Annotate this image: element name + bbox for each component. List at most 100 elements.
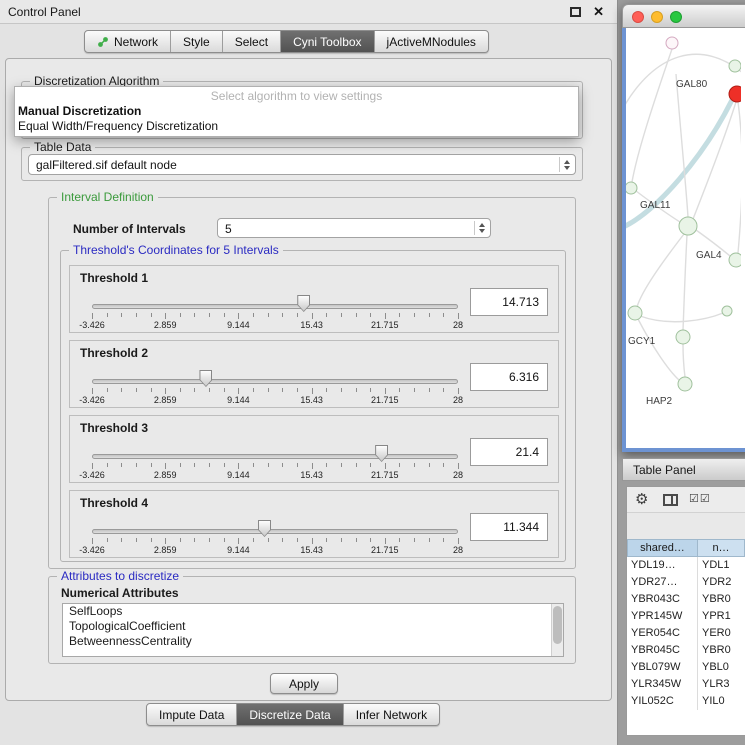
scale-label: 28 xyxy=(453,395,463,405)
table-row[interactable]: YDR27…YDR2 xyxy=(627,574,745,591)
table-cell: YER054C xyxy=(627,625,698,642)
threshold-value-input[interactable] xyxy=(470,363,548,391)
scale-label: 21.715 xyxy=(371,470,399,480)
num-intervals-select[interactable]: 5 xyxy=(217,218,491,238)
threshold-value-input[interactable] xyxy=(470,513,548,541)
table-cell: YBR0 xyxy=(698,591,745,608)
table-row[interactable]: YIL052CYIL0 xyxy=(627,693,745,710)
network-node[interactable] xyxy=(678,377,692,391)
major-tick-mark xyxy=(238,388,239,394)
control-panel-window: Control Panel ✕ NetworkStyleSelectCyni T… xyxy=(0,0,618,745)
table-row[interactable]: YPR145WYPR1 xyxy=(627,608,745,625)
network-icon xyxy=(97,36,109,48)
group-title-thresholds: Threshold's Coordinates for 5 Intervals xyxy=(69,243,283,257)
major-tick-mark xyxy=(312,388,313,394)
slider-thumb[interactable] xyxy=(297,295,310,312)
tick-mark xyxy=(282,388,283,392)
tab-style[interactable]: Style xyxy=(171,31,223,52)
network-node[interactable] xyxy=(676,330,690,344)
threshold-value-input[interactable] xyxy=(470,288,548,316)
network-canvas[interactable]: GAL80GAL11GAL4GCY1HAP2 xyxy=(622,28,745,452)
table-cell: YDR27… xyxy=(627,574,698,591)
tick-mark xyxy=(429,463,430,467)
row-select-checkboxes-icon[interactable]: ☑☑ xyxy=(689,492,711,505)
table-cell: YIL052C xyxy=(627,693,698,710)
list-item-selfloops[interactable]: SelfLoops xyxy=(63,604,563,619)
tick-mark xyxy=(151,313,152,317)
table-row[interactable]: YER054CYER0 xyxy=(627,625,745,642)
slider-thumb[interactable] xyxy=(199,370,212,387)
network-node[interactable] xyxy=(626,182,637,194)
threshold-slider[interactable]: -3.4262.8599.14415.4321.71528 xyxy=(92,517,458,557)
scrollbar-thumb[interactable] xyxy=(553,606,562,644)
stepper-arrows-icon xyxy=(474,221,488,235)
tab-cyni-toolbox[interactable]: Cyni Toolbox xyxy=(281,31,374,52)
table-row[interactable]: YBR043CYBR0 xyxy=(627,591,745,608)
network-node[interactable] xyxy=(666,37,678,49)
threshold-panel: Threshold 4-3.4262.8599.14415.4321.71528 xyxy=(69,490,559,558)
apply-button[interactable]: Apply xyxy=(270,673,338,694)
close-traffic-light-icon[interactable] xyxy=(632,11,644,23)
table-row[interactable]: YLR345WYLR3 xyxy=(627,676,745,693)
column-header[interactable]: shared… xyxy=(627,539,698,557)
tick-mark xyxy=(443,463,444,467)
network-node[interactable] xyxy=(729,253,741,267)
zoom-traffic-light-icon[interactable] xyxy=(670,11,682,23)
tab-select[interactable]: Select xyxy=(223,31,281,52)
tab-label: jActiveMNodules xyxy=(387,35,476,49)
network-node[interactable] xyxy=(679,217,697,235)
num-intervals-label: Number of Intervals xyxy=(73,222,186,236)
slider-thumb[interactable] xyxy=(375,445,388,462)
tick-mark xyxy=(429,313,430,317)
slider-thumb[interactable] xyxy=(258,520,271,537)
close-icon[interactable]: ✕ xyxy=(593,4,604,20)
table-row[interactable]: YDL19…YDL1 xyxy=(627,557,745,574)
scrollbar[interactable] xyxy=(551,604,563,656)
tick-mark xyxy=(224,388,225,392)
float-window-icon[interactable] xyxy=(570,7,581,17)
table-row[interactable]: YBL079WYBL0 xyxy=(627,659,745,676)
dropdown-option-equal-width-frequency-discretization[interactable]: Equal Width/Frequency Discretization xyxy=(15,119,578,134)
tab-jactivemnodules[interactable]: jActiveMNodules xyxy=(375,31,488,52)
network-node[interactable] xyxy=(729,86,741,102)
tick-mark xyxy=(356,313,357,317)
tick-mark xyxy=(151,463,152,467)
list-item-betweennesscentrality[interactable]: BetweennessCentrality xyxy=(63,634,563,649)
stepper-arrows-icon xyxy=(559,157,573,172)
threshold-slider[interactable]: -3.4262.8599.14415.4321.71528 xyxy=(92,292,458,332)
table-row[interactable]: YBR045CYBR0 xyxy=(627,642,745,659)
network-edge xyxy=(693,102,736,219)
column-header[interactable]: n… xyxy=(698,539,745,557)
threshold-value-input[interactable] xyxy=(470,438,548,466)
table-data-select[interactable]: galFiltered.sif default node xyxy=(28,154,576,175)
list-item-topologicalcoefficient[interactable]: TopologicalCoefficient xyxy=(63,619,563,634)
threshold-slider[interactable]: -3.4262.8599.14415.4321.71528 xyxy=(92,442,458,482)
tick-mark xyxy=(370,538,371,542)
dropdown-option-manual-discretization[interactable]: Manual Discretization xyxy=(15,104,578,119)
tick-mark xyxy=(194,463,195,467)
tab-infer-network[interactable]: Infer Network xyxy=(344,704,439,725)
slider-track xyxy=(92,379,458,384)
slider-track xyxy=(92,454,458,459)
tab-impute-data[interactable]: Impute Data xyxy=(147,704,237,725)
scale-label: 21.715 xyxy=(371,545,399,555)
tick-mark xyxy=(297,463,298,467)
scale-label: 21.715 xyxy=(371,395,399,405)
network-window-titlebar[interactable] xyxy=(622,4,745,28)
column-layout-icon[interactable] xyxy=(663,494,678,506)
numerical-attributes-list[interactable]: SelfLoopsTopologicalCoefficientBetweenne… xyxy=(62,603,564,657)
tick-mark xyxy=(356,388,357,392)
control-panel-tab-bar: NetworkStyleSelectCyni Toolbox jActiveMNo… xyxy=(84,30,489,53)
threshold-slider[interactable]: -3.4262.8599.14415.4321.71528 xyxy=(92,367,458,407)
tick-mark xyxy=(326,463,327,467)
major-tick-mark xyxy=(458,313,459,319)
tab-network[interactable]: Network xyxy=(85,31,171,52)
tick-mark xyxy=(224,538,225,542)
network-node[interactable] xyxy=(628,306,642,320)
network-node[interactable] xyxy=(722,306,732,316)
minimize-traffic-light-icon[interactable] xyxy=(651,11,663,23)
network-node-label: HAP2 xyxy=(646,396,673,407)
settings-gear-icon[interactable]: ⚙ xyxy=(635,490,648,508)
tab-discretize-data[interactable]: Discretize Data xyxy=(237,704,343,725)
network-node[interactable] xyxy=(729,60,741,72)
